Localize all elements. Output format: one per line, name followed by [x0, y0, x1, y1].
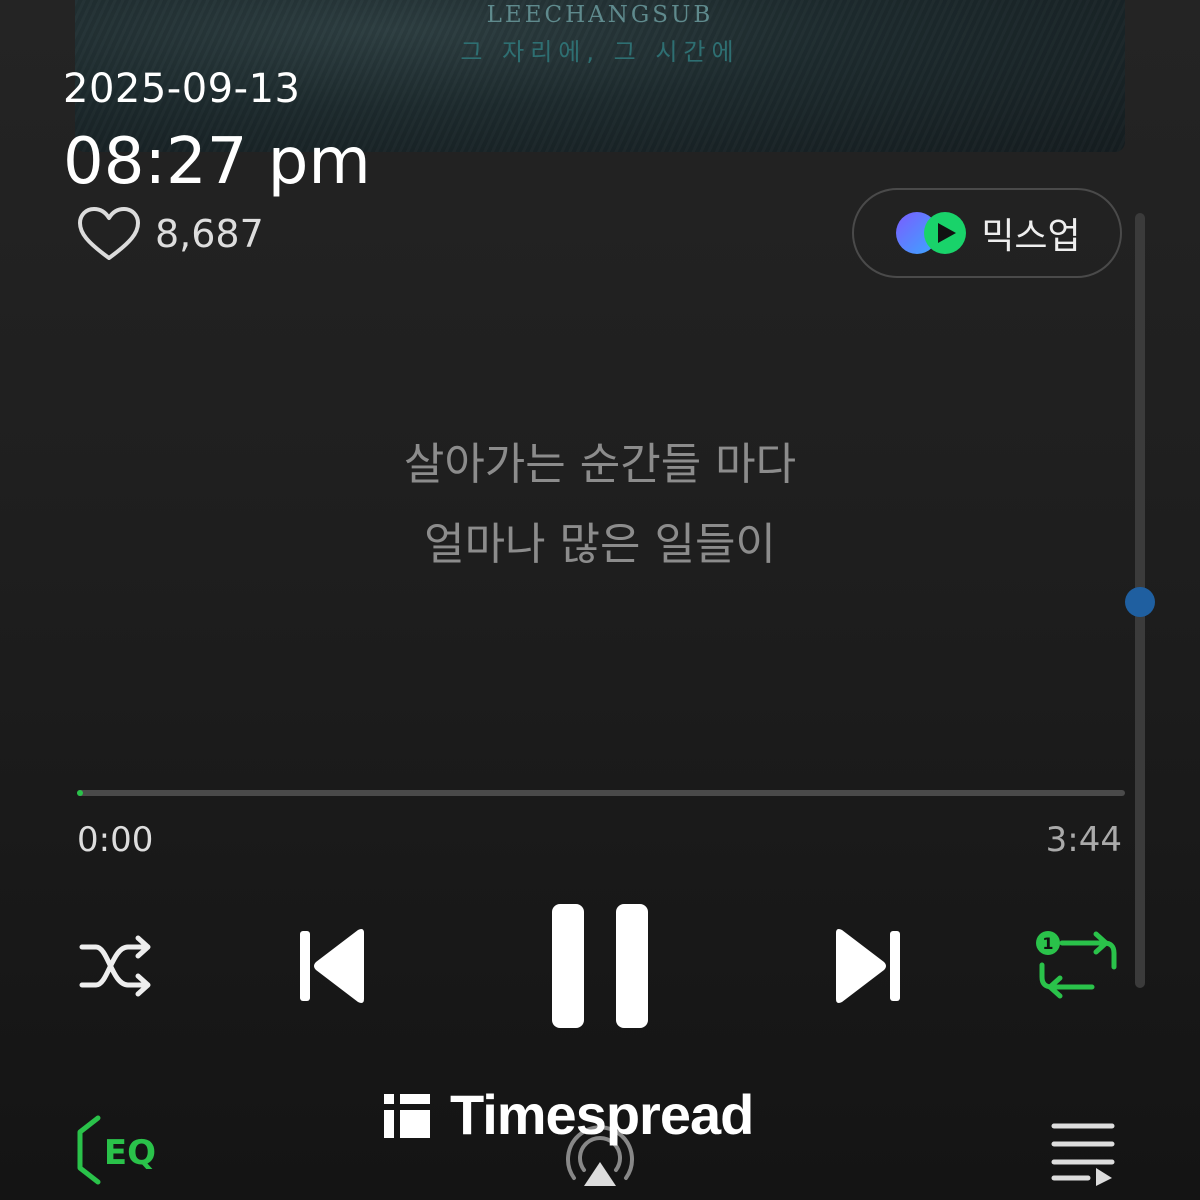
status-date: 2025-09-13 — [63, 66, 301, 112]
eq-speaker-icon: EQ — [77, 1115, 156, 1185]
like-button[interactable]: 8,687 — [77, 206, 264, 262]
timespread-logo-icon — [384, 1093, 430, 1138]
mixup-label: 믹스업 — [981, 216, 1081, 257]
total-time: 3:44 — [1045, 820, 1122, 860]
pause-button[interactable] — [548, 900, 652, 1032]
album-title-text: 그 자리에, 그 시간에 — [460, 38, 740, 66]
mixup-button[interactable]: 믹스업 — [852, 188, 1122, 278]
playlist-button[interactable] — [1048, 1116, 1118, 1186]
watermark-text: Timespread — [450, 1083, 754, 1146]
repeat-one-button[interactable]: 1 — [1034, 929, 1120, 1001]
playlist-icon — [1051, 1123, 1115, 1186]
like-count: 8,687 — [155, 212, 264, 256]
skip-next-icon — [836, 929, 900, 1003]
pause-icon — [552, 904, 648, 1028]
scrollbar-thumb[interactable] — [1125, 587, 1155, 617]
progress-fill — [77, 790, 83, 796]
album-artist-text: LEECHANGSUB — [486, 2, 714, 28]
shuffle-button[interactable] — [78, 933, 156, 999]
next-button[interactable] — [832, 925, 904, 1007]
eq-button[interactable]: EQ — [74, 1112, 166, 1188]
repeat-one-icon: 1 — [1036, 931, 1117, 999]
lyric-line-current[interactable]: 살아가는 순간들 마다 — [0, 428, 1200, 492]
shuffle-icon — [79, 935, 151, 997]
repeat-badge: 1 — [1042, 934, 1053, 953]
mixup-logo-icon — [896, 212, 967, 254]
elapsed-time: 0:00 — [77, 820, 154, 860]
progress-track[interactable] — [77, 790, 1125, 796]
heart-icon — [78, 207, 140, 260]
lyric-line-next[interactable]: 얼마나 많은 일들이 — [0, 508, 1200, 572]
previous-button[interactable] — [296, 925, 368, 1007]
eq-label: EQ — [104, 1133, 156, 1173]
status-time: 08:27 pm — [63, 125, 371, 199]
watermark: Timespread — [382, 1082, 754, 1147]
skip-previous-icon — [300, 929, 364, 1003]
